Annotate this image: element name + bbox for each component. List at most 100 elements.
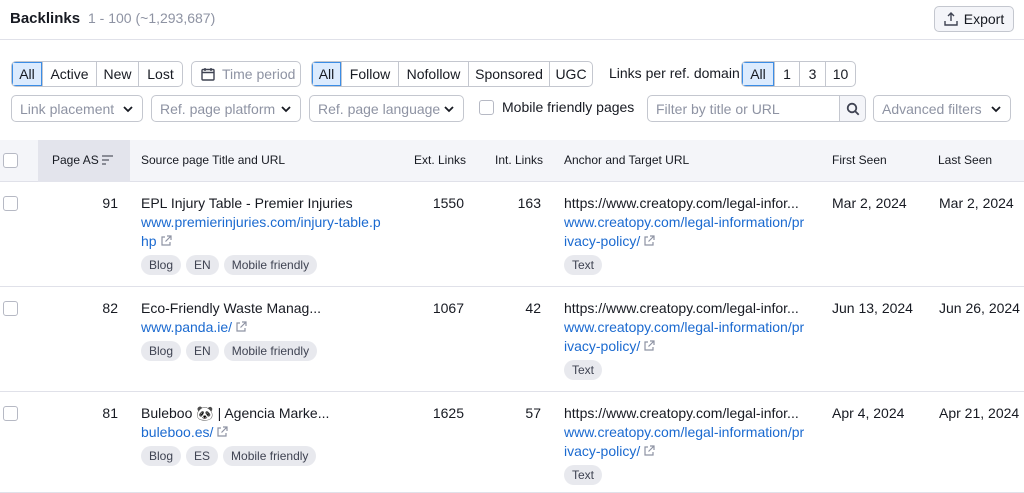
- select-all-checkbox[interactable]: [3, 153, 18, 168]
- int-links-value: 57: [525, 405, 541, 421]
- target-url[interactable]: www.creatopy.com/legal-information/pr: [564, 213, 804, 232]
- time-period-button[interactable]: Time period: [191, 61, 301, 87]
- anchor-tags: Text: [564, 360, 603, 380]
- int-links-value: 42: [525, 300, 541, 316]
- chevron-down-icon: [991, 105, 1001, 112]
- column-first-seen[interactable]: First Seen: [832, 153, 887, 167]
- target-url[interactable]: www.creatopy.com/legal-information/pr: [564, 423, 804, 442]
- table-row: 81 Buleboo 🐼 | Agencia Marke... buleboo.…: [0, 392, 1024, 493]
- link-type-follow[interactable]: Follow: [341, 62, 398, 86]
- external-link-icon[interactable]: [643, 445, 655, 457]
- result-range: 1 - 100 (~1,293,687): [88, 10, 216, 26]
- tag-language: EN: [186, 255, 219, 275]
- target-url[interactable]: www.creatopy.com/legal-information/pr: [564, 318, 804, 337]
- status-lost[interactable]: Lost: [138, 62, 182, 86]
- target-url-continued[interactable]: ivacy-policy/: [564, 442, 655, 461]
- row-checkbox[interactable]: [3, 301, 18, 316]
- column-last-seen[interactable]: Last Seen: [938, 153, 992, 167]
- search-input[interactable]: [647, 95, 840, 122]
- external-link-icon[interactable]: [643, 340, 655, 352]
- export-label: Export: [963, 11, 1005, 27]
- anchor-text: https://www.creatopy.com/legal-infor...: [564, 195, 799, 211]
- source-url[interactable]: buleboo.es/: [141, 423, 229, 442]
- source-url-continued[interactable]: hp: [141, 232, 172, 251]
- status-all[interactable]: All: [12, 62, 42, 86]
- advanced-filters-dropdown[interactable]: Advanced filters: [873, 95, 1011, 122]
- first-seen-value: Jun 13, 2024: [832, 300, 913, 316]
- mobile-friendly-checkbox[interactable]: [479, 100, 494, 115]
- source-url[interactable]: www.panda.ie/: [141, 318, 247, 337]
- links-per-domain-all[interactable]: All: [742, 62, 774, 86]
- ext-links-value: 1067: [432, 300, 464, 316]
- target-url-continued[interactable]: ivacy-policy/: [564, 337, 655, 356]
- int-links-value: 163: [517, 195, 541, 211]
- anchor-tags: Text: [564, 465, 603, 485]
- links-per-domain-1[interactable]: 1: [774, 62, 799, 86]
- link-placement-label: Link placement: [20, 100, 115, 117]
- links-per-domain-3[interactable]: 3: [799, 62, 825, 86]
- sort-icon[interactable]: [101, 154, 114, 166]
- external-link-icon[interactable]: [216, 426, 229, 438]
- source-url[interactable]: www.premierinjuries.com/injury-table.p: [141, 213, 381, 232]
- link-type-all[interactable]: All: [312, 62, 341, 86]
- link-type-ugc[interactable]: UGC: [549, 62, 592, 86]
- calendar-icon: [201, 68, 215, 81]
- link-type-nofollow[interactable]: Nofollow: [398, 62, 468, 86]
- tag-anchor-type: Text: [564, 360, 603, 380]
- ext-links-value: 1550: [432, 195, 464, 211]
- time-period-label: Time period: [222, 66, 296, 82]
- row-checkbox[interactable]: [3, 406, 18, 421]
- search-icon: [846, 102, 859, 115]
- table-header: Page AS Source page Title and URL Ext. L…: [0, 140, 1024, 182]
- external-link-icon[interactable]: [235, 321, 247, 333]
- tag-language: EN: [186, 341, 219, 361]
- links-per-domain-label: Links per ref. domain: [609, 65, 740, 81]
- row-checkbox[interactable]: [3, 196, 18, 211]
- source-title: EPL Injury Table - Premier Injuries: [141, 195, 353, 211]
- external-link-icon[interactable]: [643, 235, 655, 247]
- chevron-down-icon: [281, 105, 291, 112]
- export-button[interactable]: Export: [934, 6, 1014, 32]
- status-filter: All Active New Lost: [11, 61, 183, 87]
- last-seen-value: Mar 2, 2024: [939, 195, 1014, 211]
- links-per-domain-filter: All 1 3 10: [741, 61, 856, 87]
- link-type-sponsored[interactable]: Sponsored: [468, 62, 549, 86]
- tag-mobile: Mobile friendly: [223, 341, 318, 361]
- anchor-tags: Text: [564, 255, 603, 275]
- ext-links-value: 1625: [432, 405, 464, 421]
- external-link-icon[interactable]: [160, 235, 172, 247]
- target-url-continued[interactable]: ivacy-policy/: [564, 232, 655, 251]
- links-per-domain-10[interactable]: 10: [825, 62, 855, 86]
- first-seen-value: Apr 4, 2024: [832, 405, 905, 421]
- tag-anchor-type: Text: [564, 465, 603, 485]
- column-anchor: Anchor and Target URL: [564, 153, 690, 167]
- chevron-down-icon: [444, 105, 454, 112]
- column-page-as[interactable]: Page AS: [52, 153, 99, 167]
- page-title: Backlinks: [10, 10, 81, 27]
- status-new[interactable]: New: [96, 62, 138, 86]
- source-title: Buleboo 🐼 | Agencia Marke...: [141, 405, 330, 421]
- tag-platform: Blog: [141, 255, 182, 275]
- last-seen-value: Apr 21, 2024: [939, 405, 1020, 421]
- status-active[interactable]: Active: [42, 62, 96, 86]
- first-seen-value: Mar 2, 2024: [832, 195, 907, 211]
- table-row: 82 Eco-Friendly Waste Manag... www.panda…: [0, 287, 1024, 392]
- column-ext-links[interactable]: Ext. Links: [414, 153, 466, 167]
- table-row: 91 EPL Injury Table - Premier Injuries w…: [0, 182, 1024, 287]
- page-header: Backlinks 1 - 100 (~1,293,687) Export: [0, 0, 1024, 40]
- column-source: Source page Title and URL: [141, 153, 286, 167]
- search-button[interactable]: [839, 95, 866, 122]
- tag-platform: Blog: [141, 341, 182, 361]
- mobile-friendly-label: Mobile friendly pages: [502, 99, 635, 115]
- ref-page-language-dropdown[interactable]: Ref. page language: [309, 95, 464, 122]
- advanced-filters-label: Advanced filters: [882, 100, 982, 117]
- link-placement-dropdown[interactable]: Link placement: [11, 95, 143, 122]
- export-icon: [944, 12, 958, 26]
- ref-page-platform-dropdown[interactable]: Ref. page platform: [151, 95, 301, 122]
- tag-mobile: Mobile friendly: [223, 255, 318, 275]
- column-int-links[interactable]: Int. Links: [495, 153, 543, 167]
- tag-anchor-type: Text: [564, 255, 603, 275]
- chevron-down-icon: [123, 105, 133, 112]
- ref-page-language-label: Ref. page language: [318, 100, 441, 117]
- last-seen-value: Jun 26, 2024: [939, 300, 1020, 316]
